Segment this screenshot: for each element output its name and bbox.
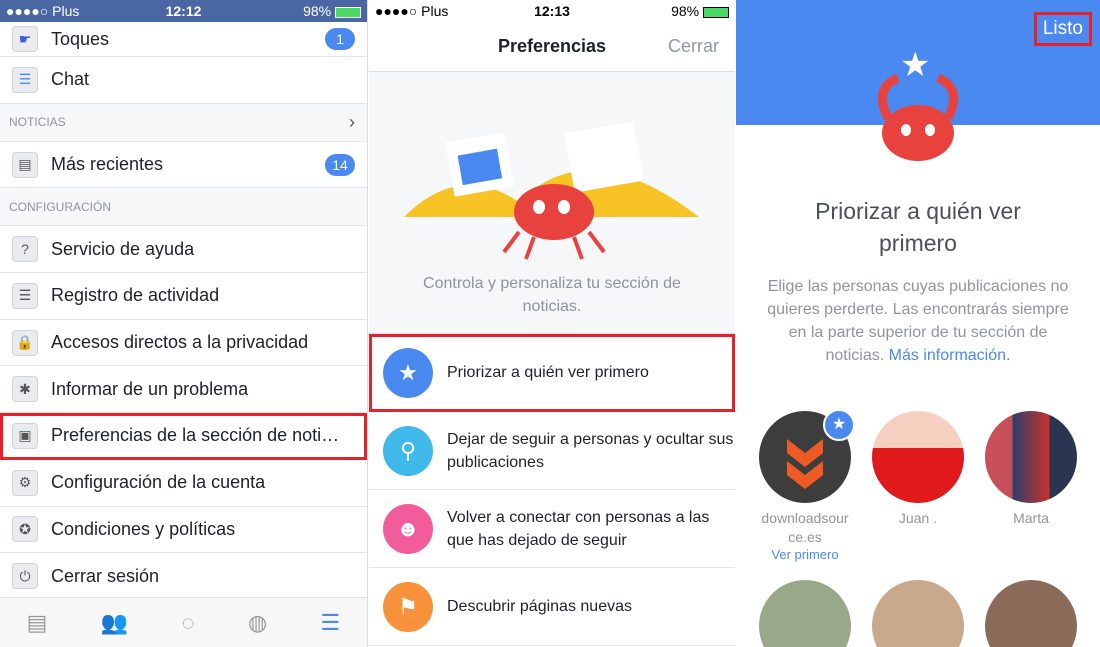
avatar: ★ xyxy=(759,409,855,503)
menu-label: Informar de un problema xyxy=(51,378,249,399)
battery: 98% xyxy=(303,3,361,19)
badge: 14 xyxy=(325,153,355,176)
carrier: ●●●●○ Plus xyxy=(6,3,80,19)
settings-item-icon: ✱ xyxy=(12,376,38,403)
page-title: Preferencias xyxy=(497,36,607,56)
flag-icon: ⚑ xyxy=(383,581,433,632)
menu-label: Accesos directos a la privacidad xyxy=(51,332,309,353)
status-bar: ●●●●○ Plus 12:12 98% xyxy=(0,0,367,22)
status-bar: ●●●●○ Plus 12:13 98% xyxy=(369,0,735,22)
clock: 12:12 xyxy=(165,3,202,19)
svg-text:★: ★ xyxy=(900,46,930,84)
poke-icon: ☛ xyxy=(12,26,38,52)
menu-item-config[interactable]: ⚙ Configuración de la cuenta xyxy=(0,460,367,507)
crab-star-illustration: ★ xyxy=(877,46,959,161)
avatar xyxy=(872,411,964,503)
news-icon: ▤ xyxy=(12,151,38,178)
avatar[interactable] xyxy=(872,580,964,647)
menu-label: Configuración de la cuenta xyxy=(51,472,266,493)
menu-item-config[interactable]: ✪ Condiciones y políticas xyxy=(0,507,367,554)
section-header-news[interactable]: NOTICIAS › xyxy=(0,103,367,142)
menu-label: Preferencias de la sección de noti… xyxy=(51,425,340,446)
menu-item-config[interactable]: ✱ Informar de un problema xyxy=(0,366,367,414)
settings-item-icon: ☰ xyxy=(12,282,38,309)
news-feed-icon[interactable]: ▤ xyxy=(27,610,48,636)
preferences-screen: ●●●●○ Plus 12:13 98% Preferencias Cerrar Co… xyxy=(369,0,735,647)
chat-icon: ☰ xyxy=(12,66,38,93)
star-badge-icon: ★ xyxy=(823,409,855,441)
illustration: Controla y personaliza tu sección de not… xyxy=(369,72,735,334)
friend-card[interactable]: Juan . xyxy=(872,411,964,528)
globe-icon[interactable]: ◍ xyxy=(248,610,267,636)
close-button[interactable]: Cerrar xyxy=(668,36,719,57)
avatar xyxy=(985,411,1077,503)
friend-card[interactable]: ★ downloadsource.es Ver primero xyxy=(759,409,855,562)
smiley-icon: ☻ xyxy=(383,503,433,554)
section-header-config: CONFIGURACIÓN xyxy=(0,188,367,227)
carrier: ●●●●○ Plus xyxy=(375,3,449,19)
menu-label: Cerrar sesión xyxy=(51,565,160,586)
menu-item-config[interactable]: ? Servicio de ayuda xyxy=(0,226,367,274)
intro-text: Controla y personaliza tu sección de not… xyxy=(423,275,681,315)
tab-bar: ▤ 👥 ◌ ◍ ☰ xyxy=(0,597,367,647)
messenger-icon[interactable]: ◌ xyxy=(182,610,195,636)
description: Elige las personas cuyas publicaciones n… xyxy=(767,278,1069,364)
menu-label: Toques xyxy=(51,28,110,49)
menu-item-most-recent[interactable]: ▤ Más recientes 14 xyxy=(0,142,367,189)
nav-bar: Preferencias Cerrar xyxy=(369,22,735,72)
option-label: Dejar de seguir a personas y ocultar sus… xyxy=(447,430,734,471)
preference-option[interactable]: ☻ Volver a conectar con personas a las qu… xyxy=(369,490,735,568)
settings-item-icon: ⚙ xyxy=(12,469,38,496)
settings-item-icon: 🔒 xyxy=(12,329,38,356)
friend-card[interactable]: Marta xyxy=(985,411,1077,528)
friend-name: downloadsource.es xyxy=(761,510,849,545)
menu-item-config[interactable]: ☰ Registro de actividad xyxy=(0,273,367,320)
friends-icon[interactable]: 👥 xyxy=(101,610,128,636)
see-first-label: Ver primero xyxy=(771,547,839,562)
menu-item-config[interactable]: ⏻ Cerrar sesión xyxy=(0,553,367,600)
option-label: Priorizar a quién ver primero xyxy=(447,364,649,381)
menu-label: Registro de actividad xyxy=(51,285,220,306)
friend-name: Juan . xyxy=(898,510,938,526)
menu-screen: ●●●●○ Plus 12:12 98% ☛ Toques 1 ☰ Chat NOTICI… xyxy=(0,0,368,647)
menu-item-toques[interactable]: ☛ Toques 1 xyxy=(0,22,367,57)
settings-item-icon: ✪ xyxy=(12,516,38,543)
menu-item-config[interactable]: ▣ Preferencias de la sección de noti… xyxy=(0,413,367,460)
option-label: Volver a conectar con personas a las que… xyxy=(447,508,710,549)
screen-title: Priorizar a quién ver primero xyxy=(815,198,1021,256)
menu-item-config[interactable]: 🔒 Accesos directos a la privacidad xyxy=(0,320,367,367)
menu-label: Servicio de ayuda xyxy=(51,238,195,259)
search-icon: ⚲ xyxy=(383,425,433,476)
menu-item-chat[interactable]: ☰ Chat xyxy=(0,57,367,104)
friend-name: Marta xyxy=(1013,510,1049,526)
menu-label: Más recientes xyxy=(51,154,164,175)
avatar[interactable] xyxy=(759,580,851,647)
menu-label: Condiciones y políticas xyxy=(51,518,236,539)
menu-label: Chat xyxy=(51,69,90,90)
option-label: Descubrir páginas nuevas xyxy=(447,598,632,615)
chevron-right-icon: › xyxy=(349,111,355,132)
battery: 98% xyxy=(671,3,729,19)
prioritize-screen: Listo ★ Priorizar a quién ver primero El… xyxy=(736,0,1100,647)
preference-option[interactable]: ⚑ Descubrir páginas nuevas xyxy=(369,568,735,646)
menu-icon[interactable]: ☰ xyxy=(321,610,341,636)
preference-option[interactable]: ★ Priorizar a quién ver primero xyxy=(369,334,735,412)
done-button[interactable]: Listo xyxy=(1033,12,1092,46)
settings-item-icon: ? xyxy=(12,236,38,263)
preference-option[interactable]: ⚲ Dejar de seguir a personas y ocultar su… xyxy=(369,412,735,490)
avatar[interactable] xyxy=(985,580,1077,647)
star-icon: ★ xyxy=(383,347,433,398)
settings-item-icon: ▣ xyxy=(12,422,38,449)
more-info-link[interactable]: Más información. xyxy=(889,347,1011,364)
settings-item-icon: ⏻ xyxy=(12,563,38,590)
badge: 1 xyxy=(325,28,355,50)
clock: 12:13 xyxy=(534,3,570,19)
header-banner: Listo ★ xyxy=(736,0,1100,161)
crab-illustration xyxy=(404,121,699,260)
